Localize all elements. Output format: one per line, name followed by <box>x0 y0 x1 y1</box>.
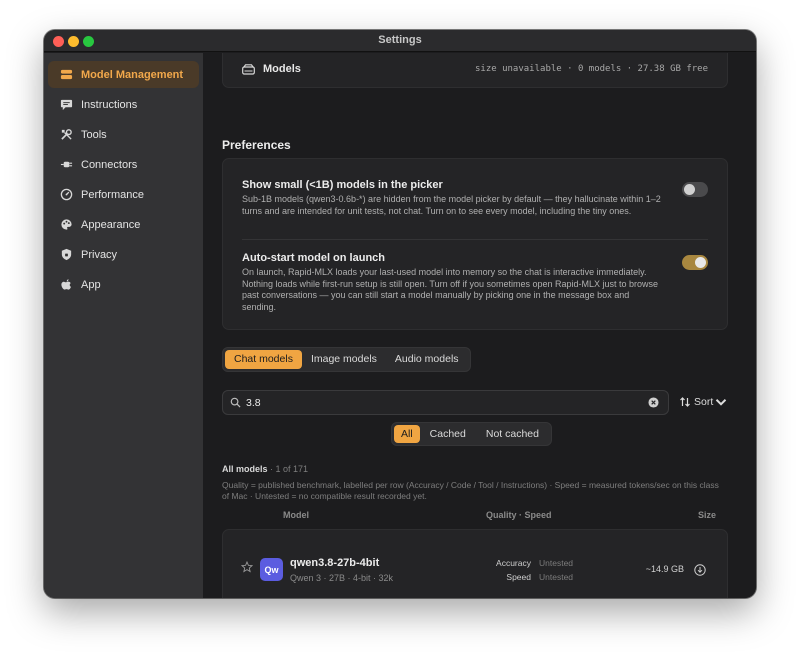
filter-all[interactable]: All <box>394 425 420 443</box>
sidebar-item-app[interactable]: App <box>48 271 199 298</box>
tab-image-models[interactable]: Image models <box>302 350 386 369</box>
sidebar-item-appearance[interactable]: Appearance <box>48 211 199 238</box>
tab-chat-models[interactable]: Chat models <box>225 350 302 369</box>
window-title: Settings <box>378 34 422 46</box>
pref-title: Show small (<1B) models in the picker <box>242 179 443 191</box>
clear-icon <box>647 397 659 408</box>
accuracy-label: Accuracy <box>496 558 531 568</box>
speed-label: Speed <box>506 572 531 582</box>
sidebar: Model Management Instructions Tools Conn… <box>44 53 203 598</box>
sidebar-item-connectors[interactable]: Connectors <box>48 151 199 178</box>
pref-description: On launch, Rapid-MLX loads your last-use… <box>242 267 659 312</box>
model-quality-speed: Accuracy Untested Speed Untested <box>481 558 601 588</box>
sidebar-item-label: App <box>81 278 101 291</box>
clear-search-button[interactable] <box>647 397 659 409</box>
list-legend: Quality = published benchmark, labelled … <box>222 480 719 501</box>
model-subtitle: Qwen 3 · 27B · 4-bit · 32k <box>290 573 394 583</box>
divider <box>242 239 708 240</box>
tab-audio-models[interactable]: Audio models <box>386 350 468 369</box>
stack-icon <box>58 68 74 82</box>
list-heading: All models · 1 of 171 <box>222 464 309 474</box>
sidebar-item-label: Tools <box>81 128 107 141</box>
wrench-screwdriver-icon <box>58 128 74 142</box>
download-icon[interactable] <box>694 563 706 576</box>
chat-bubble-icon <box>58 98 74 112</box>
sidebar-item-instructions[interactable]: Instructions <box>48 91 199 118</box>
gauge-icon <box>58 188 74 202</box>
accuracy-value: Untested <box>539 558 574 568</box>
sidebar-item-label: Connectors <box>81 158 138 171</box>
model-row[interactable]: Qw qwen3.8-27b-4bit Qwen 3 · 27B · 4-bit… <box>222 529 728 598</box>
sidebar-item-label: Model Management <box>81 68 184 81</box>
palette-icon <box>58 218 74 232</box>
sidebar-item-label: Privacy <box>81 248 118 261</box>
main-content: Models size unavailable · 0 models · 27.… <box>203 53 756 598</box>
column-quality-speed: Quality · Speed <box>486 510 552 520</box>
sidebar-item-tools[interactable]: Tools <box>48 121 199 148</box>
pref-description: Sub-1B models (qwen3-0.6b-*) are hidden … <box>242 194 661 216</box>
models-summary-meta: size unavailable · 0 models · 27.38 GB f… <box>475 64 708 74</box>
preferences-heading: Preferences <box>222 138 291 152</box>
list-title: All models <box>222 464 268 474</box>
search-icon <box>230 397 241 408</box>
sidebar-item-label: Appearance <box>81 218 141 231</box>
model-name: qwen3.8-27b-4bit <box>290 557 380 569</box>
filter-cached[interactable]: Cached <box>420 425 476 443</box>
search-box <box>222 390 669 415</box>
plug-icon <box>58 158 74 172</box>
preferences-card: Show small (<1B) models in the picker Su… <box>222 158 728 330</box>
speed-value: Untested <box>539 572 574 582</box>
pref-show-small-models: Show small (<1B) models in the picker Su… <box>242 179 662 217</box>
sort-button[interactable]: Sort <box>679 396 730 408</box>
model-provider-badge: Qw <box>260 558 283 581</box>
favorite-star-icon[interactable] <box>240 560 254 573</box>
model-type-tabs: Chat models Image models Audio models <box>222 347 471 372</box>
column-model: Model <box>283 510 309 520</box>
sidebar-item-model-management[interactable]: Model Management <box>48 61 199 88</box>
shield-icon <box>58 248 74 262</box>
sort-label: Sort <box>694 396 714 408</box>
chevron-down-icon <box>715 396 730 408</box>
models-summary-card: Models size unavailable · 0 models · 27.… <box>222 53 728 88</box>
pref-auto-start: Auto-start model on launch On launch, Ra… <box>242 252 662 313</box>
sidebar-item-label: Instructions <box>81 98 138 111</box>
search-input[interactable] <box>246 396 647 409</box>
settings-window: Settings Model Management Instructions T… <box>44 30 756 598</box>
title-bar: Settings <box>44 30 756 52</box>
sidebar-item-label: Performance <box>81 188 144 201</box>
models-summary-label: Models <box>263 63 301 75</box>
sort-arrows-icon <box>679 396 694 408</box>
cache-filter: All Cached Not cached <box>391 422 552 446</box>
model-size: ~14.9 GB <box>645 564 684 574</box>
auto-start-toggle[interactable] <box>682 255 708 270</box>
column-size: Size <box>697 510 716 520</box>
show-small-models-toggle[interactable] <box>682 182 708 197</box>
pref-title: Auto-start model on launch <box>242 252 385 264</box>
drive-icon <box>242 63 255 75</box>
apple-icon <box>58 278 74 292</box>
filter-not-cached[interactable]: Not cached <box>476 425 549 443</box>
sidebar-item-performance[interactable]: Performance <box>48 181 199 208</box>
list-count: 1 of 171 <box>275 464 309 474</box>
sidebar-item-privacy[interactable]: Privacy <box>48 241 199 268</box>
